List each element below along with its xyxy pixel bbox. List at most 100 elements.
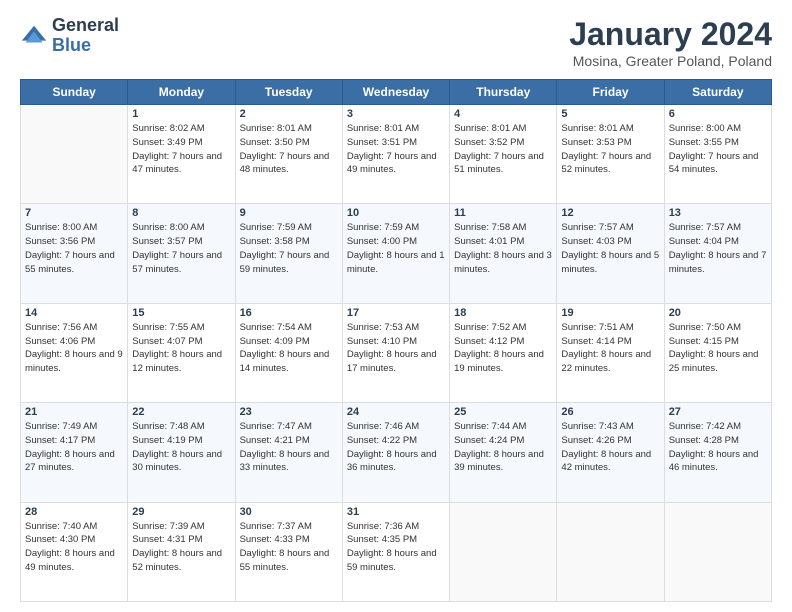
day-info: Sunrise: 7:46 AMSunset: 4:22 PMDaylight:… xyxy=(347,420,445,475)
day-number: 5 xyxy=(561,108,659,120)
day-number: 3 xyxy=(347,108,445,120)
calendar-cell: 15Sunrise: 7:55 AMSunset: 4:07 PMDayligh… xyxy=(128,303,235,402)
header-sunday: Sunday xyxy=(21,80,128,105)
day-number: 17 xyxy=(347,307,445,319)
day-number: 8 xyxy=(132,207,230,219)
day-number: 20 xyxy=(669,307,767,319)
day-number: 9 xyxy=(240,207,338,219)
day-info: Sunrise: 7:48 AMSunset: 4:19 PMDaylight:… xyxy=(132,420,230,475)
day-number: 24 xyxy=(347,406,445,418)
logo-blue-text: Blue xyxy=(52,35,91,55)
day-number: 31 xyxy=(347,506,445,518)
day-info: Sunrise: 8:00 AMSunset: 3:55 PMDaylight:… xyxy=(669,122,767,177)
header-saturday: Saturday xyxy=(664,80,771,105)
day-info: Sunrise: 7:40 AMSunset: 4:30 PMDaylight:… xyxy=(25,520,123,575)
calendar-cell: 21Sunrise: 7:49 AMSunset: 4:17 PMDayligh… xyxy=(21,403,128,502)
header-friday: Friday xyxy=(557,80,664,105)
day-info: Sunrise: 8:01 AMSunset: 3:52 PMDaylight:… xyxy=(454,122,552,177)
calendar-week-row: 1 Sunrise: 8:02 AMSunset: 3:49 PMDaylight… xyxy=(21,105,772,204)
day-info: Sunrise: 7:43 AMSunset: 4:26 PMDaylight:… xyxy=(561,420,659,475)
calendar-cell: 11Sunrise: 7:58 AMSunset: 4:01 PMDayligh… xyxy=(450,204,557,303)
day-number: 26 xyxy=(561,406,659,418)
calendar-cell: 16 Sunrise: 7:54 AMSunset: 4:09 PMDayligh… xyxy=(235,303,342,402)
calendar-cell: 12 Sunrise: 7:57 AMSunset: 4:03 PMDayligh… xyxy=(557,204,664,303)
calendar-cell: 10 Sunrise: 7:59 AMSunset: 4:00 PMDayligh… xyxy=(342,204,449,303)
calendar-week-row: 28 Sunrise: 7:40 AMSunset: 4:30 PMDayligh… xyxy=(21,502,772,601)
day-number: 29 xyxy=(132,506,230,518)
calendar-cell: 14 Sunrise: 7:56 AMSunset: 4:06 PMDayligh… xyxy=(21,303,128,402)
calendar-page: General Blue January 2024 Mosina, Greate… xyxy=(0,0,792,612)
day-info: Sunrise: 7:50 AMSunset: 4:15 PMDaylight:… xyxy=(669,321,767,376)
day-info: Sunrise: 7:51 AMSunset: 4:14 PMDaylight:… xyxy=(561,321,659,376)
day-number: 18 xyxy=(454,307,552,319)
day-info: Sunrise: 7:57 AMSunset: 4:03 PMDaylight:… xyxy=(561,221,659,276)
day-info: Sunrise: 7:53 AMSunset: 4:10 PMDaylight:… xyxy=(347,321,445,376)
calendar-cell: 26 Sunrise: 7:43 AMSunset: 4:26 PMDayligh… xyxy=(557,403,664,502)
day-number: 1 xyxy=(132,108,230,120)
calendar-cell xyxy=(664,502,771,601)
day-number: 13 xyxy=(669,207,767,219)
day-number: 12 xyxy=(561,207,659,219)
day-info: Sunrise: 7:37 AMSunset: 4:33 PMDaylight:… xyxy=(240,520,338,575)
calendar-week-row: 7Sunrise: 8:00 AMSunset: 3:56 PMDaylight… xyxy=(21,204,772,303)
day-info: Sunrise: 7:52 AMSunset: 4:12 PMDaylight:… xyxy=(454,321,552,376)
calendar-cell: 24 Sunrise: 7:46 AMSunset: 4:22 PMDayligh… xyxy=(342,403,449,502)
main-title: January 2024 xyxy=(569,16,772,53)
calendar-cell: 1 Sunrise: 8:02 AMSunset: 3:49 PMDaylight… xyxy=(128,105,235,204)
day-info: Sunrise: 7:54 AMSunset: 4:09 PMDaylight:… xyxy=(240,321,338,376)
day-number: 2 xyxy=(240,108,338,120)
calendar-cell: 2 Sunrise: 8:01 AMSunset: 3:50 PMDaylight… xyxy=(235,105,342,204)
calendar-cell: 18 Sunrise: 7:52 AMSunset: 4:12 PMDayligh… xyxy=(450,303,557,402)
calendar-cell: 19 Sunrise: 7:51 AMSunset: 4:14 PMDayligh… xyxy=(557,303,664,402)
calendar-cell xyxy=(450,502,557,601)
calendar-cell: 6Sunrise: 8:00 AMSunset: 3:55 PMDaylight… xyxy=(664,105,771,204)
day-info: Sunrise: 8:01 AMSunset: 3:53 PMDaylight:… xyxy=(561,122,659,177)
calendar-cell: 5 Sunrise: 8:01 AMSunset: 3:53 PMDaylight… xyxy=(557,105,664,204)
logo-icon xyxy=(20,22,48,50)
calendar-cell: 4 Sunrise: 8:01 AMSunset: 3:52 PMDaylight… xyxy=(450,105,557,204)
day-number: 11 xyxy=(454,207,552,219)
day-number: 15 xyxy=(132,307,230,319)
day-number: 27 xyxy=(669,406,767,418)
calendar-cell: 17 Sunrise: 7:53 AMSunset: 4:10 PMDayligh… xyxy=(342,303,449,402)
day-info: Sunrise: 8:02 AMSunset: 3:49 PMDaylight:… xyxy=(132,122,230,177)
calendar-week-row: 21Sunrise: 7:49 AMSunset: 4:17 PMDayligh… xyxy=(21,403,772,502)
calendar-cell: 8Sunrise: 8:00 AMSunset: 3:57 PMDaylight… xyxy=(128,204,235,303)
logo: General Blue xyxy=(20,16,119,56)
day-info: Sunrise: 7:47 AMSunset: 4:21 PMDaylight:… xyxy=(240,420,338,475)
day-info: Sunrise: 7:59 AMSunset: 4:00 PMDaylight:… xyxy=(347,221,445,276)
day-number: 28 xyxy=(25,506,123,518)
calendar-cell: 20 Sunrise: 7:50 AMSunset: 4:15 PMDayligh… xyxy=(664,303,771,402)
day-info: Sunrise: 7:57 AMSunset: 4:04 PMDaylight:… xyxy=(669,221,767,276)
calendar-cell: 9Sunrise: 7:59 AMSunset: 3:58 PMDaylight… xyxy=(235,204,342,303)
day-info: Sunrise: 8:01 AMSunset: 3:51 PMDaylight:… xyxy=(347,122,445,177)
calendar-cell: 30 Sunrise: 7:37 AMSunset: 4:33 PMDayligh… xyxy=(235,502,342,601)
calendar-cell: 13 Sunrise: 7:57 AMSunset: 4:04 PMDayligh… xyxy=(664,204,771,303)
day-number: 22 xyxy=(132,406,230,418)
day-number: 21 xyxy=(25,406,123,418)
day-number: 10 xyxy=(347,207,445,219)
weekday-header-row: Sunday Monday Tuesday Wednesday Thursday… xyxy=(21,80,772,105)
day-number: 30 xyxy=(240,506,338,518)
day-number: 23 xyxy=(240,406,338,418)
day-number: 19 xyxy=(561,307,659,319)
calendar-table: Sunday Monday Tuesday Wednesday Thursday… xyxy=(20,79,772,602)
calendar-cell: 27Sunrise: 7:42 AMSunset: 4:28 PMDayligh… xyxy=(664,403,771,502)
logo-general-text: General xyxy=(52,15,119,35)
calendar-week-row: 14 Sunrise: 7:56 AMSunset: 4:06 PMDayligh… xyxy=(21,303,772,402)
subtitle: Mosina, Greater Poland, Poland xyxy=(569,53,772,69)
calendar-cell: 28 Sunrise: 7:40 AMSunset: 4:30 PMDayligh… xyxy=(21,502,128,601)
day-number: 14 xyxy=(25,307,123,319)
day-number: 16 xyxy=(240,307,338,319)
calendar-cell xyxy=(21,105,128,204)
calendar-cell: 3 Sunrise: 8:01 AMSunset: 3:51 PMDaylight… xyxy=(342,105,449,204)
header-monday: Monday xyxy=(128,80,235,105)
calendar-cell xyxy=(557,502,664,601)
title-block: January 2024 Mosina, Greater Poland, Pol… xyxy=(569,16,772,69)
header-wednesday: Wednesday xyxy=(342,80,449,105)
day-info: Sunrise: 7:56 AMSunset: 4:06 PMDaylight:… xyxy=(25,321,123,376)
header-tuesday: Tuesday xyxy=(235,80,342,105)
day-info: Sunrise: 8:00 AMSunset: 3:56 PMDaylight:… xyxy=(25,221,123,276)
day-number: 4 xyxy=(454,108,552,120)
day-info: Sunrise: 8:01 AMSunset: 3:50 PMDaylight:… xyxy=(240,122,338,177)
